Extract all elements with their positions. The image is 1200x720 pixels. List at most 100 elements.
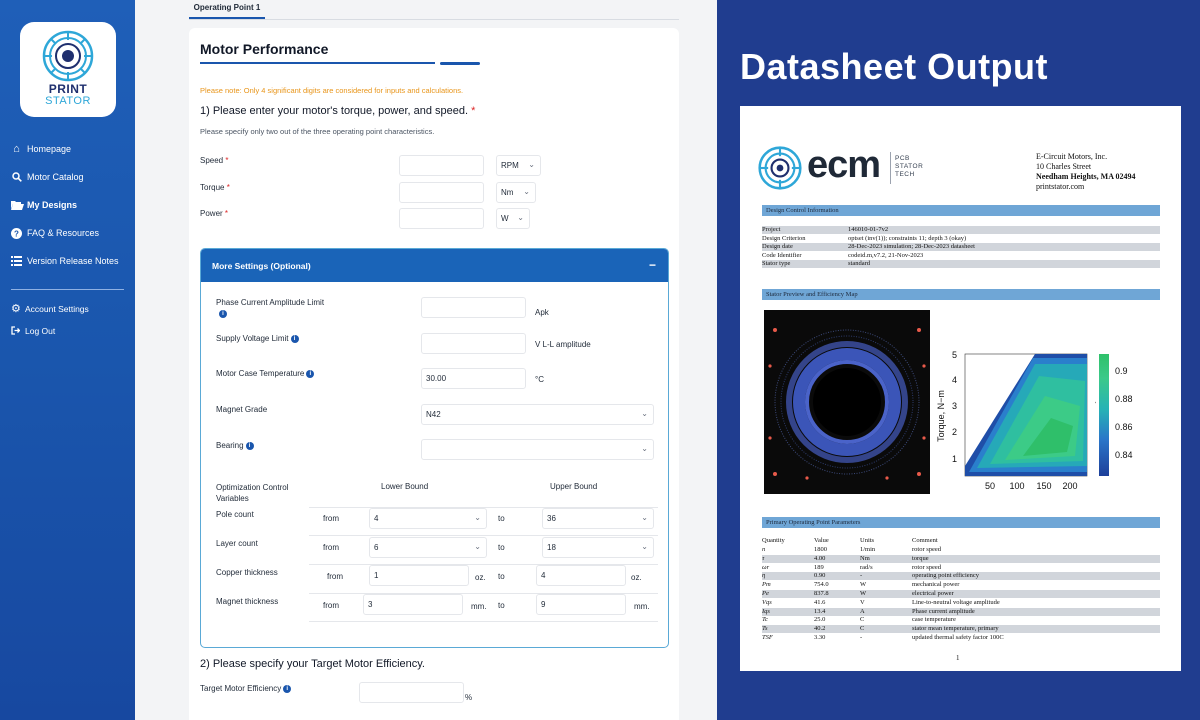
- layer-count-to: to: [498, 543, 505, 552]
- magnet-thickness-upper-input[interactable]: 9: [536, 594, 626, 615]
- question-1: 1) Please enter your motor's torque, pow…: [200, 105, 475, 117]
- param-cell: 41.6: [814, 598, 826, 606]
- param-cell: Line-to-neutral voltage amplitude: [912, 598, 1000, 606]
- speed-unit-select[interactable]: RPM ⌄: [496, 155, 541, 176]
- speed-unit-value: RPM: [501, 161, 519, 170]
- param-cell: W: [860, 581, 867, 589]
- param-cell: Tc: [762, 616, 768, 624]
- layer-count-lower-select[interactable]: 6 ⌄: [369, 537, 487, 558]
- address-line: E-Circuit Motors, Inc.: [1036, 152, 1108, 161]
- tab-operating-point-1[interactable]: Operating Point 1: [189, 0, 265, 19]
- nav-version-release-notes[interactable]: Version Release Notes: [11, 254, 119, 268]
- power-input[interactable]: [399, 208, 484, 229]
- pole-count-lower-select[interactable]: 4 ⌄: [369, 508, 487, 529]
- case-temp-unit: °C: [535, 375, 544, 384]
- nav-my-designs[interactable]: My Designs: [11, 198, 77, 212]
- nav-motor-catalog[interactable]: Motor Catalog: [11, 170, 84, 184]
- layer-count-from: from: [323, 543, 339, 552]
- y-tick: 5: [952, 350, 957, 360]
- design-info-row: Design date 28-Dec-2023 simulation; 28-De…: [762, 243, 1160, 252]
- magnet-thickness-lower-unit: mm.: [471, 602, 487, 611]
- y-tick: 1: [952, 454, 957, 464]
- info-icon[interactable]: i: [290, 334, 299, 343]
- nav-log-out[interactable]: Log Out: [11, 324, 55, 338]
- design-info-key: Design Criterion: [762, 234, 806, 242]
- case-temp-label-text: Motor Case Temperature: [216, 369, 305, 378]
- param-row: Tc 25.0 Ccase temperature: [762, 616, 1160, 624]
- x-tick: 50: [985, 481, 995, 491]
- magnet-thickness-lower-input[interactable]: 3: [363, 594, 463, 615]
- param-cell: ωr: [762, 563, 770, 571]
- info-icon[interactable]: i: [245, 441, 254, 450]
- param-row: ωr 189 rad/s rotor speed: [762, 564, 1160, 572]
- nav-homepage[interactable]: ⌂ Homepage: [11, 142, 71, 156]
- more-settings-header[interactable]: More Settings (Optional) −: [201, 249, 668, 282]
- pole-count-lower-value: 4: [374, 514, 379, 523]
- param-cell: η: [762, 572, 766, 580]
- bearing-label: Bearing i: [216, 441, 254, 450]
- param-cell: V: [860, 598, 865, 606]
- supply-voltage-input[interactable]: [421, 333, 526, 354]
- target-efficiency-input[interactable]: [359, 682, 464, 703]
- param-cell: rotor speed: [912, 546, 942, 553]
- section-stator-preview: Stator Preview and Efficiency Map: [762, 289, 1160, 300]
- sidebar-divider: [11, 289, 124, 290]
- nav-label: Homepage: [27, 144, 72, 154]
- layer-count-lower-value: 6: [374, 543, 379, 552]
- stator-logo-icon: [42, 30, 94, 82]
- speed-input[interactable]: [399, 155, 484, 176]
- nav-faq-resources[interactable]: ? FAQ & Resources: [11, 226, 99, 240]
- param-cell: -: [860, 572, 863, 580]
- motor-performance-card: Motor Performance Please note: Only 4 si…: [189, 28, 679, 720]
- param-cell: Phase current amplitude: [912, 607, 975, 615]
- pole-count-label: Pole count: [216, 510, 254, 519]
- info-icon[interactable]: i: [306, 369, 315, 378]
- layer-count-upper-select[interactable]: 18 ⌄: [542, 537, 654, 558]
- param-row: TSF 3.30 - updated thermal safety factor 10…: [762, 634, 1160, 642]
- info-icon[interactable]: i: [283, 684, 292, 693]
- chevron-down-icon: ⌄: [528, 160, 535, 169]
- nav-account-settings[interactable]: ⚙ Account Settings: [11, 302, 89, 316]
- torque-unit-select[interactable]: Nm ⌄: [496, 182, 536, 203]
- copper-thickness-upper-input[interactable]: 4: [536, 565, 626, 586]
- param-cell: case temperature: [912, 616, 956, 624]
- brand-separator: [890, 152, 891, 184]
- y-axis-label: Torque, N−m: [936, 390, 946, 442]
- power-unit-select[interactable]: W ⌄: [496, 208, 530, 229]
- copper-thickness-lower-input[interactable]: 1: [369, 565, 469, 586]
- pole-count-upper-select[interactable]: 36 ⌄: [542, 508, 654, 529]
- logo-text-stator: STATOR: [45, 95, 91, 107]
- param-cell: Vqs: [762, 598, 772, 606]
- colorbar-tick: 0.9: [1115, 366, 1128, 376]
- y-tick: 2: [952, 427, 957, 437]
- design-info-value: 28-Dec-2023 simulation; 28-Dec-2023 data…: [848, 243, 975, 251]
- param-row: τ 4.00 Nm torque: [762, 554, 1160, 563]
- phase-current-input[interactable]: [421, 297, 526, 318]
- brand-sub-line: PCB: [895, 155, 910, 162]
- more-settings-title: More Settings (Optional): [212, 261, 311, 271]
- printstator-logo[interactable]: PRINT STATOR: [20, 22, 116, 117]
- param-cell: 0.90: [814, 572, 826, 580]
- question-2: 2) Please specify your Target Motor Effi…: [200, 658, 425, 670]
- logo-text-print: PRINT: [48, 82, 88, 96]
- magnet-grade-select[interactable]: N42 ⌄: [421, 404, 654, 425]
- bearing-select[interactable]: ⌄: [421, 439, 654, 460]
- colorbar-label: efficiency: [1095, 399, 1096, 432]
- chevron-down-icon: ⌄: [641, 513, 648, 522]
- param-cell: τ: [762, 554, 765, 562]
- collapse-icon[interactable]: −: [649, 258, 656, 272]
- case-temp-input[interactable]: 30.00: [421, 368, 526, 389]
- copper-thickness-lower-unit: oz.: [475, 573, 486, 582]
- torque-input[interactable]: [399, 182, 484, 203]
- magnet-thickness-from: from: [323, 601, 339, 610]
- param-cell: 25.0: [814, 616, 826, 624]
- param-cell: Nm: [860, 554, 870, 562]
- param-cell: Pe: [762, 590, 769, 597]
- page-number: 1: [956, 654, 960, 662]
- magnet-grade-label: Magnet Grade: [216, 405, 268, 414]
- efficiency-colorbar: efficiency 0.9 0.88 0.86 0.84: [1095, 354, 1133, 476]
- chevron-down-icon: ⌄: [523, 187, 530, 196]
- speed-label: Speed *: [200, 156, 229, 165]
- list-icon: [11, 255, 22, 267]
- info-icon[interactable]: i: [219, 310, 227, 318]
